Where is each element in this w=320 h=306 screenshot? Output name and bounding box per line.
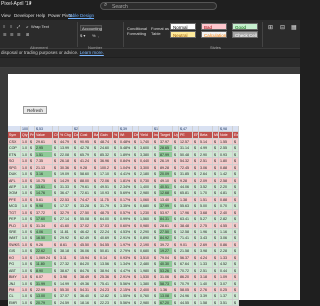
search-box[interactable]: ⌕ Search — [100, 2, 217, 10]
align-top-icon[interactable]: ≡ — [3, 24, 5, 29]
table-cell[interactable]: 3.51 — [219, 299, 233, 306]
style-good[interactable]: Good — [232, 23, 258, 30]
comma-icon[interactable]: , — [98, 33, 99, 38]
learn-more-link[interactable]: Learn more. — [80, 50, 104, 55]
table-cell[interactable]: $ — [233, 299, 239, 306]
style-normal[interactable]: Normal — [170, 23, 196, 30]
table-cell[interactable]: 1.58 — [199, 299, 213, 306]
divider — [77, 22, 78, 47]
format-cells-icon[interactable]: ▦ — [291, 24, 297, 31]
window-title: Pixel-April '17 — [1, 1, 32, 7]
menu-table-design[interactable]: Table Design — [68, 13, 95, 19]
number-format-select[interactable]: Accounting — [80, 25, 102, 31]
wrap-text-icon[interactable]: ⤶ — [26, 24, 28, 29]
search-placeholder: Search — [112, 3, 128, 10]
style-check-cell[interactable]: Check Cell — [232, 31, 258, 38]
table-cell[interactable]: 1.0 — [21, 299, 29, 306]
insert-cells-icon[interactable]: ⊞ — [268, 24, 273, 31]
divider — [262, 22, 263, 47]
table-cell[interactable]: 67.20 — [159, 299, 173, 306]
menu-bar: View Developer Help Power Pivot Table De… — [0, 12, 300, 20]
ribbon: ≡ ≡ ⤢ ⤶ Wrap Text ☰ ☰ ☰ ⊞ Alignment Acco… — [0, 20, 300, 50]
notice-bar: disposal or trading purposes or advice. … — [0, 49, 300, 57]
wrap-text-button[interactable]: Wrap Text — [31, 24, 49, 29]
stock-table[interactable]: 100$,53$2,70$,39$1,68$,47$,98SymQtyPrice… — [8, 126, 300, 306]
style-neutral[interactable]: Neutral — [170, 31, 196, 38]
title-bar: Pixel-April '17 ▾ ⌕ Search — [0, 0, 300, 12]
currency-icon[interactable]: $ ▾ — [80, 33, 85, 38]
notice-text: disposal or trading purposes or advice. … — [1, 50, 104, 55]
conditional-formatting-button[interactable]: Conditional Formatting — [127, 26, 149, 36]
table-cell[interactable]: 5.56% — [119, 299, 133, 306]
refresh-button[interactable]: Refresh — [23, 106, 47, 114]
table-cell[interactable]: 20.79 — [35, 299, 53, 306]
table-cell[interactable]: EMR — [8, 299, 21, 306]
percent-icon[interactable]: % — [92, 33, 96, 38]
search-icon: ⌕ — [104, 2, 108, 8]
style-bad[interactable]: Bad — [201, 23, 227, 30]
menu-help[interactable]: Help — [36, 13, 45, 18]
menu-developer[interactable]: Developer — [14, 13, 35, 18]
align-center-icon[interactable]: ☰ — [10, 32, 14, 37]
align-left-icon[interactable]: ☰ — [3, 32, 7, 37]
divider — [123, 22, 124, 47]
table-cell[interactable]: 18.16 — [79, 299, 93, 306]
table-row[interactable]: EMR 1.0 $20.79 $24.59 $18.16 $22.23 $5.56% $2,9… — [8, 299, 300, 306]
table-cell[interactable]: 22.23 — [99, 299, 113, 306]
format-as-table-button[interactable]: Format as Table — [151, 26, 169, 36]
delete-cells-icon[interactable]: ⊟ — [280, 24, 285, 31]
menu-view[interactable]: View — [1, 13, 11, 18]
formula-bar[interactable] — [0, 58, 300, 68]
orientation-icon[interactable]: ⤢ — [17, 24, 20, 29]
row-headers[interactable] — [0, 74, 8, 300]
align-middle-icon[interactable]: ≡ — [10, 24, 12, 29]
table-cell[interactable]: 44.55 — [179, 299, 193, 306]
align-right-icon[interactable]: ☰ — [17, 32, 21, 37]
style-calculation[interactable]: Calculation — [201, 31, 227, 38]
table-cell[interactable]: 2,980 — [139, 299, 153, 306]
table-cell[interactable]: 24.59 — [59, 299, 73, 306]
worksheet[interactable]: Refresh 100$,53$2,70$,39$1,68$,47$,98Sym… — [0, 68, 300, 306]
merge-center-icon[interactable]: ⊞ — [26, 32, 29, 37]
blank-area — [8, 74, 300, 126]
title-dropdown-icon[interactable]: ▾ — [29, 1, 32, 7]
